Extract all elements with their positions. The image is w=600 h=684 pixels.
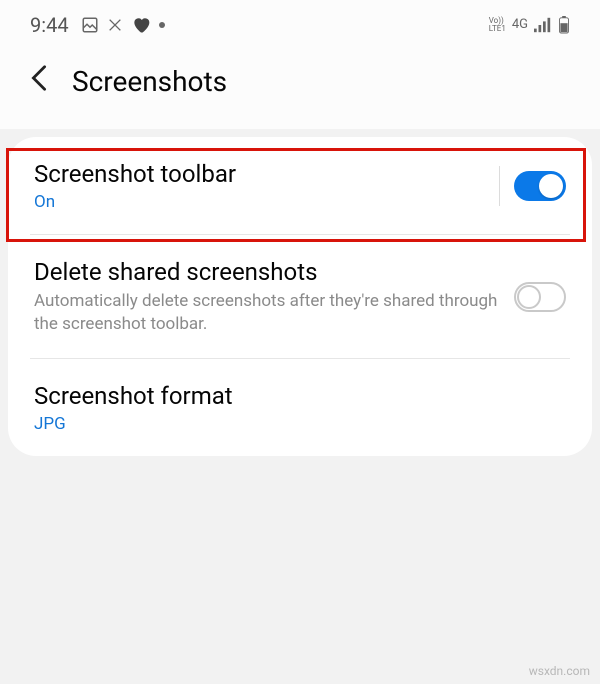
back-button[interactable] xyxy=(30,64,48,99)
setting-content: Screenshot format JPG xyxy=(34,381,566,434)
watermark: wsxdn.com xyxy=(529,664,590,678)
setting-title: Screenshot format xyxy=(34,381,566,412)
toggle-knob xyxy=(539,174,563,198)
volte-indicator: Vo)) LTE1 xyxy=(489,17,506,33)
setting-title: Screenshot toolbar xyxy=(34,159,499,190)
setting-content: Screenshot toolbar On xyxy=(34,159,499,212)
page-title: Screenshots xyxy=(72,65,227,98)
heart-icon xyxy=(131,15,151,35)
toggle-wrap xyxy=(499,166,566,206)
delete-shared-toggle[interactable] xyxy=(514,282,566,312)
network-type: 4G xyxy=(512,17,528,32)
setting-value: JPG xyxy=(34,414,566,434)
page-header: Screenshots xyxy=(0,44,600,129)
toggle-knob xyxy=(517,285,541,309)
status-bar: 9:44 Vo)) LTE1 4G xyxy=(0,0,600,44)
delete-shared-row[interactable]: Delete shared screenshots Automatically … xyxy=(8,235,592,358)
settings-panel: Screenshot toolbar On Delete shared scre… xyxy=(8,137,592,456)
status-time: 9:44 xyxy=(30,13,69,37)
status-left: 9:44 xyxy=(30,13,165,37)
battery-icon xyxy=(558,16,570,34)
screenshot-toolbar-row[interactable]: Screenshot toolbar On xyxy=(8,137,592,234)
screenshot-format-row[interactable]: Screenshot format JPG xyxy=(8,359,592,456)
dot-icon xyxy=(159,22,165,28)
toggle-divider xyxy=(499,166,500,206)
setting-title: Delete shared screenshots xyxy=(34,257,514,288)
setting-content: Delete shared screenshots Automatically … xyxy=(34,257,514,336)
setting-description: Automatically delete screenshots after t… xyxy=(34,290,514,336)
cross-icon xyxy=(107,17,123,33)
image-icon xyxy=(81,16,99,34)
signal-icon xyxy=(534,17,552,33)
setting-status: On xyxy=(34,192,499,212)
screenshot-toolbar-toggle[interactable] xyxy=(514,171,566,201)
status-right: Vo)) LTE1 4G xyxy=(489,16,570,34)
